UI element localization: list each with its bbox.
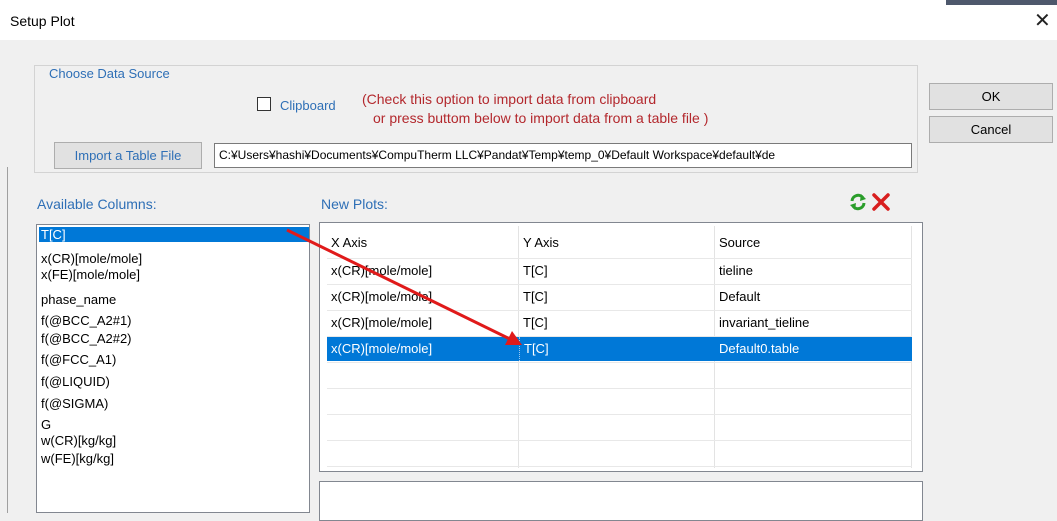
list-item[interactable]: f(@BCC_A2#2) xyxy=(39,331,132,346)
plot-details-box xyxy=(319,481,923,521)
header-x-axis[interactable]: X Axis xyxy=(327,228,518,258)
table-row[interactable]: x(CR)[mole/mole] T[C] Default xyxy=(327,285,912,309)
cell-x-axis: x(CR)[mole/mole] xyxy=(331,341,433,356)
clipboard-note-line2: or press buttom below to import data fro… xyxy=(373,110,709,126)
header-divider xyxy=(518,226,519,258)
list-item[interactable]: f(@LIQUID) xyxy=(39,374,110,389)
cell-source: invariant_tieline xyxy=(719,315,810,330)
cell-y-axis: T[C] xyxy=(519,337,714,361)
cell-y-axis: T[C] xyxy=(523,263,548,278)
list-item[interactable]: x(FE)[mole/mole] xyxy=(39,267,140,282)
ok-button[interactable]: OK xyxy=(929,83,1053,110)
cell-source: Default xyxy=(719,289,761,304)
row-line xyxy=(327,440,912,441)
row-line xyxy=(327,362,912,363)
cancel-button[interactable]: Cancel xyxy=(929,116,1053,143)
list-item[interactable]: T[C] xyxy=(39,227,309,242)
list-item[interactable]: phase_name xyxy=(39,292,116,307)
available-columns-list[interactable]: T[C] x(CR)[mole/mole] x(FE)[mole/mole] p… xyxy=(36,224,310,513)
new-plots-label: New Plots: xyxy=(321,196,388,212)
list-item[interactable]: w(FE)[kg/kg] xyxy=(39,451,114,466)
row-line xyxy=(327,388,912,389)
cell-x-axis: x(CR)[mole/mole] xyxy=(331,315,433,330)
header-divider xyxy=(714,226,715,258)
refresh-icon[interactable] xyxy=(847,191,869,213)
window-title: Setup Plot xyxy=(10,13,75,29)
cell-source: tieline xyxy=(719,263,753,278)
header-y-axis[interactable]: Y Axis xyxy=(519,228,714,258)
dialog-left-edge xyxy=(0,167,8,513)
import-table-file-button[interactable]: Import a Table File xyxy=(54,142,202,169)
cell-source: Default0.table xyxy=(719,341,800,356)
list-item[interactable]: f(@FCC_A1) xyxy=(39,352,116,367)
cell-x-axis: x(CR)[mole/mole] xyxy=(331,263,433,278)
list-item[interactable]: f(@BCC_A2#1) xyxy=(39,313,132,328)
list-item[interactable]: G xyxy=(39,417,51,432)
cell-y-axis: T[C] xyxy=(523,289,548,304)
list-item[interactable]: f(@SIGMA) xyxy=(39,396,108,411)
clipboard-label[interactable]: Clipboard xyxy=(280,98,336,113)
cell-y-axis: T[C] xyxy=(523,315,548,330)
header-divider xyxy=(911,226,912,258)
file-path-field[interactable]: C:¥Users¥hashi¥Documents¥CompuTherm LLC¥… xyxy=(214,143,912,168)
clipboard-checkbox[interactable] xyxy=(257,97,271,111)
available-columns-label: Available Columns: xyxy=(37,196,157,212)
title-bar xyxy=(0,0,1057,40)
row-line xyxy=(327,414,912,415)
background-window-edge xyxy=(946,0,1057,5)
delete-x-icon[interactable] xyxy=(870,191,892,213)
table-row-selected[interactable]: x(CR)[mole/mole] T[C] Default0.table xyxy=(327,337,912,361)
table-row[interactable]: x(CR)[mole/mole] T[C] invariant_tieline xyxy=(327,311,912,335)
header-source[interactable]: Source xyxy=(715,228,910,258)
clipboard-note-line1: (Check this option to import data from c… xyxy=(362,91,657,107)
row-line xyxy=(327,466,912,467)
cell-x-axis: x(CR)[mole/mole] xyxy=(331,289,433,304)
list-item[interactable]: x(CR)[mole/mole] xyxy=(39,251,142,266)
list-item[interactable]: w(CR)[kg/kg] xyxy=(39,433,116,448)
close-icon[interactable]: ✕ xyxy=(1034,8,1051,33)
table-row[interactable]: x(CR)[mole/mole] T[C] tieline xyxy=(327,259,912,283)
data-source-legend: Choose Data Source xyxy=(46,66,173,81)
